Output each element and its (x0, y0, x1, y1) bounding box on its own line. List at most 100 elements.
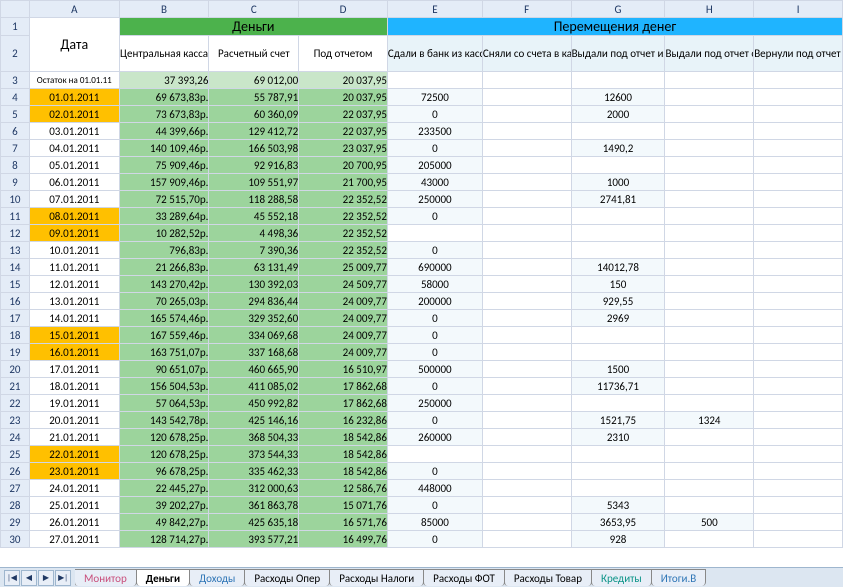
movement-cell[interactable] (754, 208, 843, 225)
movement-cell[interactable] (482, 412, 571, 429)
movement-cell[interactable] (754, 174, 843, 191)
table-row[interactable]: 906.01.2011157 909,46р.109 551,9721 700,… (1, 174, 843, 191)
movement-cell[interactable]: 448000 (387, 480, 482, 497)
subheader[interactable]: Выдали под отчет из кассы (571, 36, 665, 72)
money-cell[interactable]: 55 787,91 (209, 89, 299, 106)
row-header[interactable]: 15 (1, 276, 30, 293)
cell[interactable] (665, 72, 754, 89)
nav-prev-icon[interactable]: ◀ (21, 570, 37, 586)
movement-cell[interactable] (482, 395, 571, 412)
movement-cell[interactable] (482, 463, 571, 480)
date-cell[interactable]: 24.01.2011 (29, 480, 119, 497)
movement-cell[interactable] (754, 276, 843, 293)
table-row[interactable]: 1007.01.201172 515,70р.118 288,5822 352,… (1, 191, 843, 208)
movement-cell[interactable] (665, 242, 754, 259)
money-cell[interactable]: 109 551,97 (209, 174, 299, 191)
movement-cell[interactable] (665, 361, 754, 378)
date-cell[interactable]: 15.01.2011 (29, 327, 119, 344)
cell[interactable] (387, 72, 482, 89)
movement-cell[interactable] (665, 276, 754, 293)
row-header[interactable]: 7 (1, 140, 30, 157)
table-row[interactable]: 603.01.201144 399,66р.129 412,7222 037,9… (1, 123, 843, 140)
movement-cell[interactable] (482, 242, 571, 259)
movement-cell[interactable] (754, 123, 843, 140)
date-cell[interactable]: 18.01.2011 (29, 378, 119, 395)
movement-cell[interactable] (482, 361, 571, 378)
row-header[interactable]: 6 (1, 123, 30, 140)
movement-cell[interactable] (482, 446, 571, 463)
table-row[interactable]: 1512.01.2011143 270,42р.130 392,0324 509… (1, 276, 843, 293)
movement-cell[interactable] (482, 344, 571, 361)
money-cell[interactable]: 129 412,72 (209, 123, 299, 140)
movement-cell[interactable]: 260000 (387, 429, 482, 446)
row-header[interactable]: 9 (1, 174, 30, 191)
money-cell[interactable]: 15 071,76 (299, 497, 388, 514)
date-cell[interactable]: 08.01.2011 (29, 208, 119, 225)
movement-cell[interactable] (754, 327, 843, 344)
movement-cell[interactable] (665, 106, 754, 123)
date-cell[interactable]: 13.01.2011 (29, 293, 119, 310)
spreadsheet-grid[interactable]: A B C D E F G H I 1 Дата Деньги Перемеще… (0, 0, 843, 567)
movement-cell[interactable] (571, 242, 665, 259)
row-header[interactable]: 23 (1, 412, 30, 429)
row-header[interactable]: 5 (1, 106, 30, 123)
money-cell[interactable]: 45 552,18 (209, 208, 299, 225)
movement-cell[interactable]: 929,55 (571, 293, 665, 310)
movement-cell[interactable] (665, 463, 754, 480)
nav-next-icon[interactable]: ▶ (38, 570, 54, 586)
movement-cell[interactable] (754, 89, 843, 106)
table-row[interactable]: 401.01.201169 673,83р.55 787,9120 037,95… (1, 89, 843, 106)
money-cell[interactable]: 373 544,33 (209, 446, 299, 463)
movement-cell[interactable] (482, 293, 571, 310)
cell[interactable] (482, 72, 571, 89)
money-cell[interactable]: 24 509,77 (299, 276, 388, 293)
movement-cell[interactable] (754, 225, 843, 242)
row-header[interactable]: 10 (1, 191, 30, 208)
movement-cell[interactable] (482, 174, 571, 191)
row-header[interactable]: 12 (1, 225, 30, 242)
movement-cell[interactable] (482, 89, 571, 106)
movement-cell[interactable] (482, 259, 571, 276)
movement-cell[interactable] (482, 276, 571, 293)
remainder-val[interactable]: 20 037,95 (299, 72, 388, 89)
date-cell[interactable]: 20.01.2011 (29, 412, 119, 429)
date-cell[interactable]: 12.01.2011 (29, 276, 119, 293)
movement-cell[interactable]: 690000 (387, 259, 482, 276)
movement-cell[interactable]: 5343 (571, 497, 665, 514)
movement-cell[interactable] (571, 225, 665, 242)
money-cell[interactable]: 22 037,95 (299, 106, 388, 123)
money-cell[interactable]: 128 714,27р. (119, 531, 209, 548)
movement-cell[interactable] (571, 327, 665, 344)
movement-cell[interactable] (665, 208, 754, 225)
movement-cell[interactable] (754, 242, 843, 259)
money-cell[interactable]: 16 499,76 (299, 531, 388, 548)
money-cell[interactable]: 460 665,90 (209, 361, 299, 378)
movement-cell[interactable]: 2310 (571, 429, 665, 446)
table-row[interactable]: 805.01.201175 909,46р.92 916,8320 700,95… (1, 157, 843, 174)
movement-cell[interactable]: 1324 (665, 412, 754, 429)
money-cell[interactable]: 368 504,33 (209, 429, 299, 446)
movement-cell[interactable]: 500 (665, 514, 754, 531)
movement-cell[interactable] (571, 395, 665, 412)
col-header[interactable]: A (29, 1, 119, 18)
movement-cell[interactable] (665, 174, 754, 191)
money-cell[interactable]: 22 352,52 (299, 242, 388, 259)
movement-cell[interactable]: 0 (387, 310, 482, 327)
movement-cell[interactable] (482, 157, 571, 174)
money-cell[interactable]: 4 498,36 (209, 225, 299, 242)
movement-cell[interactable]: 3653,95 (571, 514, 665, 531)
money-cell[interactable]: 33 289,64р. (119, 208, 209, 225)
money-cell[interactable]: 16 571,76 (299, 514, 388, 531)
row-header[interactable]: 16 (1, 293, 30, 310)
movement-cell[interactable] (482, 514, 571, 531)
date-cell[interactable]: 21.01.2011 (29, 429, 119, 446)
date-cell[interactable]: 27.01.2011 (29, 531, 119, 548)
money-cell[interactable]: 70 265,03р. (119, 293, 209, 310)
movement-cell[interactable] (754, 514, 843, 531)
movement-cell[interactable] (482, 480, 571, 497)
header-money[interactable]: Деньги (119, 18, 387, 36)
movement-cell[interactable]: 2000 (571, 106, 665, 123)
table-row[interactable]: 1815.01.2011167 559,46р.334 069,6824 009… (1, 327, 843, 344)
movement-cell[interactable]: 0 (387, 531, 482, 548)
movement-cell[interactable] (665, 497, 754, 514)
